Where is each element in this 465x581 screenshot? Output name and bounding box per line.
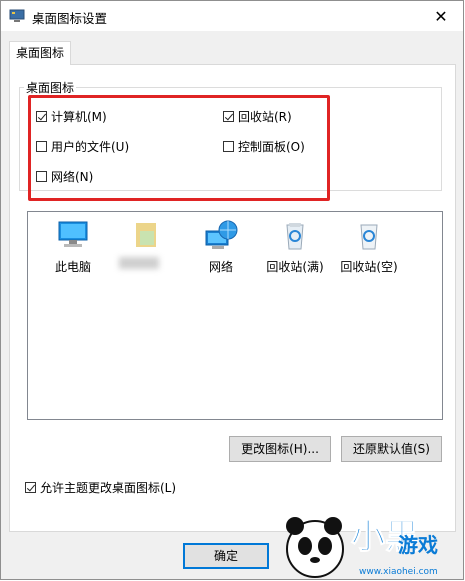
close-icon: ✕: [434, 6, 448, 26]
checkbox-allow-themes-label: 允许主题更改桌面图标(L): [40, 481, 177, 495]
settings-app-icon: [9, 9, 25, 22]
icon-label-this-pc: 此电脑: [54, 260, 91, 274]
watermark-logo: 小黑 游戏 www.xiaohei.com: [286, 517, 438, 578]
svg-text:游戏: 游戏: [398, 533, 438, 557]
desktop-icon-settings-window: 桌面图标设置 ✕ 桌面图标 桌面图标 计算机(M) 回收站(R) 用户的文件(U…: [0, 0, 464, 580]
icon-item-network[interactable]: 网络: [186, 219, 256, 275]
icon-label-recycle-empty: 回收站(空): [340, 260, 398, 274]
title-bar[interactable]: 桌面图标设置 ✕: [1, 1, 463, 31]
user-folder-icon: [136, 223, 156, 247]
blurred-label: [119, 257, 159, 269]
group-title: 桌面图标: [24, 79, 77, 96]
icon-label-recycle-full: 回收站(满): [266, 260, 324, 274]
checkbox-allow-themes[interactable]: 允许主题更改桌面图标(L): [25, 479, 176, 496]
checkbox-allow-themes-box[interactable]: [25, 482, 36, 493]
ok-button[interactable]: 确定: [183, 543, 269, 569]
close-button[interactable]: ✕: [419, 1, 463, 31]
computer-icon: [58, 221, 88, 247]
icon-label-network: 网络: [208, 260, 233, 274]
icon-item-recycle-empty[interactable]: 回收站(空): [334, 219, 404, 275]
icon-item-this-pc[interactable]: 此电脑: [38, 219, 108, 275]
window-title: 桌面图标设置: [32, 11, 108, 26]
icon-list[interactable]: 此电脑 网络 回收站(满) 回收站(空): [27, 211, 443, 420]
icon-item-recycle-full[interactable]: 回收站(满): [260, 219, 330, 275]
recycle-bin-full-icon: [286, 223, 304, 250]
tab-desktop-icons[interactable]: 桌面图标: [9, 41, 71, 65]
network-icon: [205, 220, 238, 249]
change-icon-button[interactable]: 更改图标(H)...: [229, 436, 331, 462]
svg-text:www.xiaohei.com: www.xiaohei.com: [359, 567, 438, 577]
restore-default-button[interactable]: 还原默认值(S): [341, 436, 442, 462]
highlight-annotation-box: [28, 95, 330, 201]
recycle-bin-empty-icon: [360, 224, 378, 250]
icon-item-user-files[interactable]: [112, 219, 182, 258]
